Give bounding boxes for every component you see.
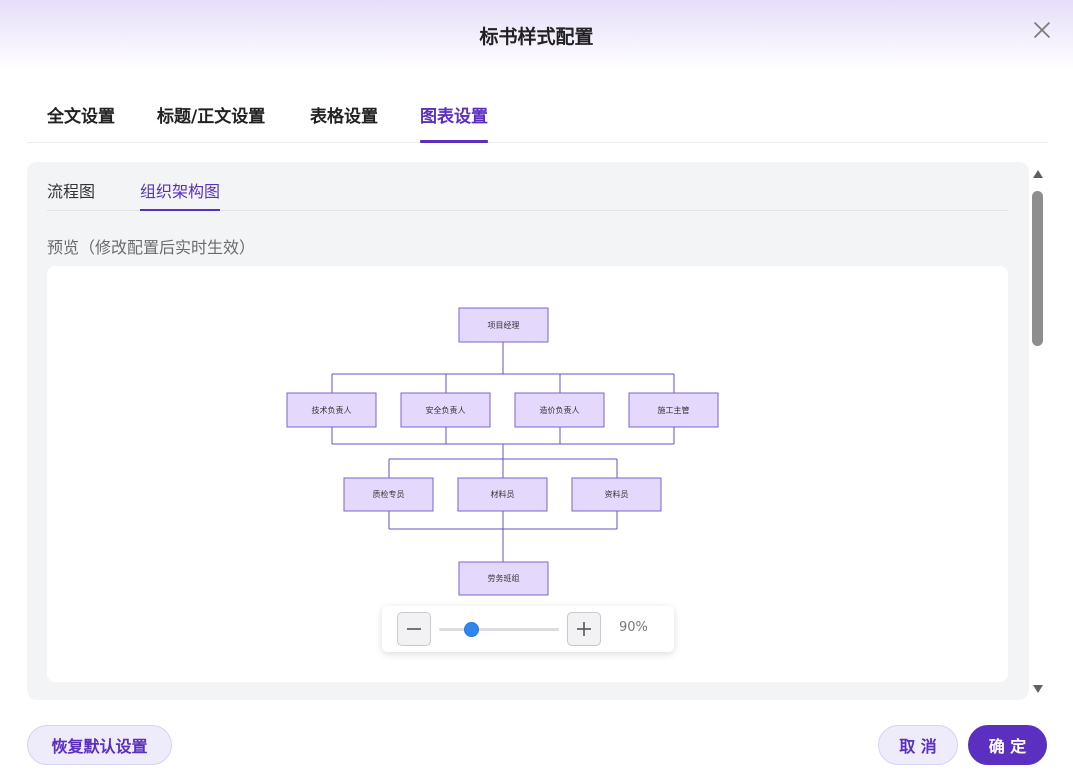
content-panel: 流程图 组织架构图 预览（修改配置后实时生效） 项目经理 技术负责人 安全负责人… [27, 162, 1029, 700]
org-node-documents-clerk: 资料员 [571, 477, 662, 512]
zoom-slider-thumb[interactable] [463, 622, 479, 637]
org-node-construction-supervisor: 施工主管 [628, 392, 719, 428]
org-node-safety-lead: 安全负责人 [400, 392, 491, 428]
subtab-org-chart[interactable]: 组织架构图 [140, 178, 221, 211]
svg-text:项目经理: 项目经理 [488, 320, 520, 330]
subtab-flowchart[interactable]: 流程图 [47, 178, 95, 211]
confirm-button[interactable]: 确 定 [968, 725, 1047, 765]
zoom-slider-track[interactable] [439, 628, 559, 631]
scroll-up-button[interactable] [1033, 170, 1043, 178]
dialog-header: 标书样式配置 [0, 0, 1073, 72]
close-icon [1034, 22, 1050, 38]
tab-full-text-settings[interactable]: 全文设置 [47, 102, 115, 143]
svg-text:材料员: 材料员 [491, 489, 515, 499]
reset-defaults-button[interactable]: 恢复默认设置 [27, 725, 172, 765]
svg-text:造价负责人: 造价负责人 [540, 405, 580, 415]
preview-label: 预览（修改配置后实时生效） [47, 238, 256, 257]
svg-text:资料员: 资料员 [605, 489, 629, 499]
dialog-title: 标书样式配置 [479, 26, 594, 48]
triangle-up-icon [1033, 170, 1043, 178]
scroll-down-button[interactable] [1033, 685, 1043, 693]
sub-tabs: 流程图 组织架构图 [47, 162, 1008, 211]
close-button[interactable] [1030, 18, 1054, 42]
tab-heading-body-settings[interactable]: 标题/正文设置 [157, 102, 265, 143]
tab-table-settings[interactable]: 表格设置 [310, 102, 378, 143]
svg-text:安全负责人: 安全负责人 [426, 405, 466, 415]
svg-text:质检专员: 质检专员 [373, 489, 405, 499]
zoom-value: 90% [619, 620, 648, 635]
org-node-cost-lead: 造价负责人 [514, 392, 605, 428]
org-node-tech-lead: 技术负责人 [286, 392, 377, 428]
main-tabs: 全文设置 标题/正文设置 表格设置 图表设置 [27, 92, 1048, 143]
plus-icon [577, 622, 591, 636]
org-node-materials-clerk: 材料员 [457, 477, 548, 512]
svg-text:施工主管: 施工主管 [658, 405, 690, 415]
org-node-project-manager: 项目经理 [458, 307, 549, 343]
org-node-labor-team: 劳务班组 [458, 561, 549, 596]
zoom-control: 90% [382, 606, 674, 652]
svg-text:技术负责人: 技术负责人 [312, 405, 352, 415]
org-node-quality-inspector: 质检专员 [343, 477, 434, 512]
svg-text:劳务班组: 劳务班组 [488, 573, 520, 583]
triangle-down-icon [1033, 685, 1043, 693]
cancel-button[interactable]: 取 消 [878, 725, 958, 765]
tab-chart-settings[interactable]: 图表设置 [420, 102, 488, 143]
preview-area: 项目经理 技术负责人 安全负责人 造价负责人 施工主管 质检专员 材料员 资料员… [47, 266, 1008, 682]
zoom-out-button[interactable] [397, 612, 431, 646]
zoom-in-button[interactable] [567, 612, 601, 646]
minus-icon [407, 628, 421, 630]
scroll-thumb[interactable] [1032, 191, 1043, 346]
org-connectors [331, 342, 675, 562]
vertical-scrollbar[interactable] [1030, 165, 1046, 697]
